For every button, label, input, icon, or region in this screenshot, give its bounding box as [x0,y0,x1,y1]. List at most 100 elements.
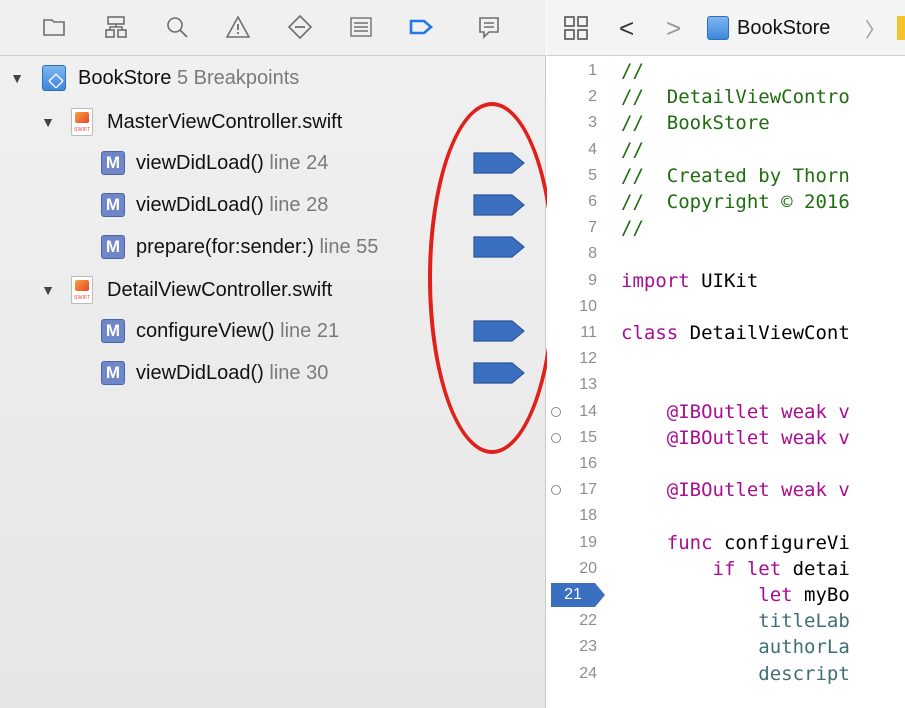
line-label: line 28 [269,193,329,216]
code-token: import [621,269,690,292]
disclosure-triangle-icon[interactable]: ▼ [40,114,56,130]
crumb-separator: 〉 [865,19,885,42]
code-token: class [621,322,679,344]
code-line[interactable]: if let detai [621,556,850,582]
breakpoint-icon[interactable] [404,12,438,42]
code-line[interactable]: // Created by Thorn [621,163,850,189]
navigator-toolbar [0,0,546,56]
code-line[interactable]: @IBOutlet weak v [621,477,850,503]
method-name: configureView() [136,319,275,342]
breakpoint-toggle-icon[interactable] [473,194,525,216]
code-token: if let [621,557,782,580]
folder-crumb-icon[interactable] [897,16,905,40]
breakpoint-toggle-icon[interactable] [473,152,525,174]
swift-file-icon: SWIFT [71,276,93,304]
code-line[interactable]: // DetailViewContro [621,84,850,110]
breakpoint-label: viewDidLoad() line 30 [136,362,328,385]
line-number: 1 [588,62,597,79]
debug-list-icon[interactable] [344,12,378,42]
method-icon: M [101,193,125,217]
file-row-detail[interactable]: ▼ SWIFT DetailViewController.swift [0,270,546,310]
project-crumb-icon[interactable] [707,12,729,44]
code-line[interactable]: // [621,137,644,163]
file-row-master[interactable]: ▼ SWIFT MasterViewController.swift [0,102,546,142]
warning-icon[interactable] [221,12,255,42]
method-name: viewDidLoad() [136,151,264,174]
code-line[interactable]: authorLa [621,634,850,660]
swift-file-icon: SWIFT [71,108,93,136]
code-line[interactable]: @IBOutlet weak v [621,425,850,451]
line-number: 8 [588,245,597,263]
code-token: configureVi [712,531,850,554]
breakpoint-row[interactable]: M viewDidLoad() line 28 [0,185,546,225]
back-button[interactable]: < [619,12,634,44]
code-line[interactable]: // Copyright © 2016 [621,189,850,215]
breakpoint-toggle-icon[interactable] [473,236,525,258]
report-bubble-icon[interactable] [472,12,506,42]
code-token: @IBOutlet weak v [621,400,850,423]
line-number: 18 [579,507,597,525]
code-line[interactable]: // [621,58,644,84]
line-number-gutter[interactable]: 1 2 3 4 5 6 7 8 9 10 11 12 13 14 15 16 17 18 19 20 21 22 23 24 [547,56,609,708]
code-token: descript [621,662,850,685]
method-name: viewDidLoad() [136,193,264,216]
code-line[interactable]: titleLab [621,608,850,634]
line-number: 13 [579,376,597,394]
disclosure-triangle-icon[interactable]: ▼ [9,70,25,86]
code-token: func [621,531,713,554]
line-number: 11 [580,324,597,341]
method-icon: M [101,361,125,385]
line-number: 9 [588,271,597,289]
breakpoint-row[interactable]: M prepare(for:sender:) line 55 [0,227,546,267]
code-line[interactable]: // [621,215,644,241]
code-token: authorLa [621,636,850,659]
outlet-connection-circle-icon[interactable] [551,432,561,443]
source-editor: < > BookStore 〉 1 2 3 4 5 6 7 8 9 10 11 12 13 14 15 16 1… [547,0,905,708]
code-line[interactable]: class DetailViewCont [621,320,850,346]
code-token: // Created by Thorn [621,164,850,187]
search-icon[interactable] [160,12,194,42]
project-label: BookStore 5 Breakpoints [78,67,299,90]
breakpoint-label: configureView() line 21 [136,320,339,343]
folder-icon[interactable] [37,12,71,42]
code-line[interactable]: let myBo [621,582,850,608]
project-row[interactable]: ▼ BookStore 5 Breakpoints [0,58,546,98]
grid-icon[interactable] [563,12,589,44]
method-icon: M [101,151,125,175]
code-line[interactable]: // BookStore [621,110,770,136]
breakpoint-label: viewDidLoad() line 24 [136,152,328,175]
breakpoint-row[interactable]: M viewDidLoad() line 24 [0,143,546,183]
breakpoint-row[interactable]: M configureView() line 21 [0,311,546,351]
code-line[interactable]: descript [621,661,850,687]
breakpoint-toggle-icon[interactable] [473,362,525,384]
project-crumb[interactable]: BookStore [737,12,830,44]
line-number: 4 [588,140,597,158]
code-token: // DetailViewContro [621,86,850,109]
code-line[interactable]: import UIKit [621,268,758,294]
disclosure-triangle-icon[interactable]: ▼ [40,282,56,298]
line-label: line 21 [280,319,340,342]
code-token: // [621,217,644,240]
outlet-connection-circle-icon[interactable] [551,406,561,417]
breakpoint-row[interactable]: M viewDidLoad() line 30 [0,353,546,393]
line-number: 22 [579,612,597,630]
line-number: 24 [579,664,597,682]
code-line[interactable]: @IBOutlet weak v [621,399,850,425]
project-name: BookStore [78,66,172,89]
breakpoint-label: prepare(for:sender:) line 55 [136,236,378,259]
line-number: 12 [579,350,597,368]
code-token: detai [781,557,850,580]
line-number: 5 [588,166,597,184]
hierarchy-icon[interactable] [99,12,133,42]
method-name: prepare(for:sender:) [136,235,314,258]
breakpoint-navigator: ▼ BookStore 5 Breakpoints ▼ SWIFT Master… [0,0,556,708]
breakpoint-toggle-icon[interactable] [473,320,525,342]
code-token: // Copyright © 2016 [621,191,850,213]
forward-button[interactable]: > [666,12,681,44]
line-number: 21 [564,586,582,603]
test-diamond-icon[interactable] [283,12,317,42]
code-line[interactable]: func configureVi [621,530,850,556]
file-name: DetailViewController.swift [107,278,333,301]
line-number: 20 [579,559,597,577]
line-label: line 30 [269,361,329,384]
